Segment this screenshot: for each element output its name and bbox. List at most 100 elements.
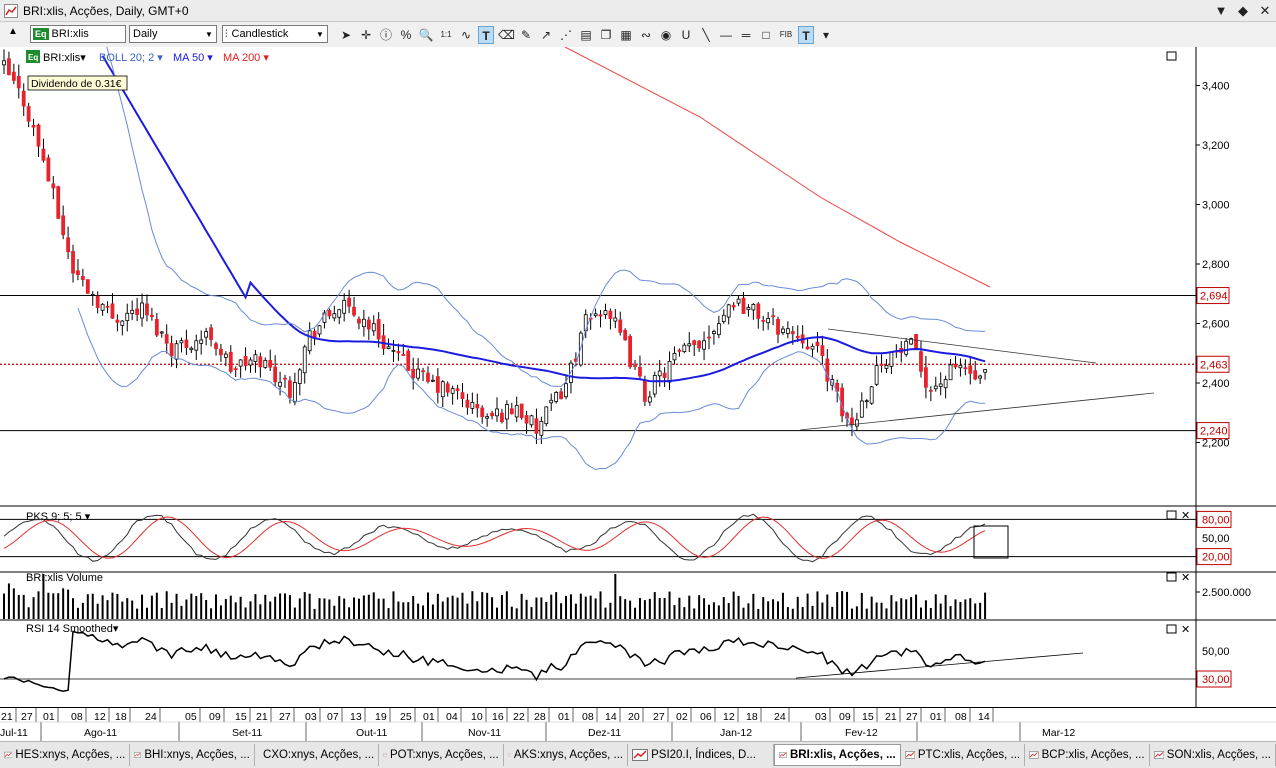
toolbar-arrow-icon[interactable]: ▲ <box>8 26 22 42</box>
candle <box>31 118 36 137</box>
symbol-field[interactable]: Eq BRI:xlis <box>30 25 126 43</box>
percent-tool-icon[interactable]: % <box>398 26 414 44</box>
volume-bar <box>303 592 306 619</box>
candle <box>317 325 322 338</box>
cursor-tool-icon[interactable]: ➤ <box>338 26 354 44</box>
one-to-one-tool-icon[interactable]: 1:1 <box>438 26 454 44</box>
wave-tool-icon[interactable]: ∿ <box>458 26 474 44</box>
more-tool-icon[interactable]: ▾ <box>818 26 834 44</box>
candle-body <box>7 58 11 76</box>
candle-body <box>120 320 125 326</box>
candle <box>71 244 75 283</box>
bollinger-upper <box>77 14 986 387</box>
volume-bar <box>939 603 942 619</box>
x-day-label: 12 <box>723 711 735 723</box>
minimize-button[interactable]: ▼ <box>1210 2 1232 20</box>
layers-tool-icon[interactable]: ▤ <box>578 26 594 44</box>
price-tick-label: 2,800 <box>1202 259 1230 271</box>
copy-tool-icon[interactable]: ❐ <box>598 26 614 44</box>
candle-body <box>421 370 425 373</box>
restore-button[interactable]: ◆ <box>1232 2 1254 20</box>
current-price-label: 2,463 <box>1200 359 1228 371</box>
candle-body <box>943 379 948 389</box>
candle-body <box>347 297 352 307</box>
window-titlebar: BRI:xlis, Acções, Daily, GMT+0 ▼ ◆ ✕ <box>0 0 1276 22</box>
period-select[interactable]: Daily ▼ <box>129 25 217 43</box>
chart-tab[interactable]: POT:xnys, Acções, ... <box>379 744 504 766</box>
candle <box>51 175 56 200</box>
calc-tool-icon[interactable]: ▦ <box>618 26 634 44</box>
close-button[interactable]: ✕ <box>1254 2 1276 20</box>
candle-body <box>263 359 268 368</box>
x-day-label: 16 <box>492 711 504 723</box>
candle <box>228 345 233 374</box>
zoom-tool-icon[interactable]: 🔍 <box>418 26 434 44</box>
volume-bar <box>461 592 464 619</box>
volume-bar <box>801 606 804 619</box>
volume-bar <box>944 594 947 619</box>
candle-body <box>189 347 194 351</box>
chart-area[interactable]: 3,400 3,200 3,000 2,800 2,600 2,400 2,200 2,694… <box>0 14 1276 707</box>
eraser-tool-icon[interactable]: ⌫ <box>498 26 515 44</box>
chart-tab[interactable]: HES:xnys, Acções, ... <box>0 744 131 766</box>
hline-tool-icon[interactable]: ═ <box>738 26 754 44</box>
candle <box>638 355 642 380</box>
pattern-tool-icon[interactable]: ⋰ <box>558 26 574 44</box>
info-tool-icon[interactable]: ⓘ <box>378 26 394 44</box>
fib-tool-icon[interactable]: FIB <box>778 26 794 44</box>
volume-bar <box>604 607 607 619</box>
text2-tool-icon[interactable]: T <box>798 25 814 44</box>
ray-tool-icon[interactable]: — <box>718 26 734 44</box>
arrow-tool-icon[interactable]: ↗ <box>538 26 554 44</box>
trendline-lower <box>799 392 1155 431</box>
equity-badge: Eq <box>33 28 49 40</box>
price-chart[interactable]: 3,400 3,200 3,000 2,800 2,600 2,400 2,200 2,694… <box>0 14 1276 707</box>
chart-tab[interactable]: AKS:xnys, Acções, ... <box>504 744 629 766</box>
chart-tab[interactable]: BHI:xnys, Acções, ... <box>130 744 255 766</box>
candle <box>283 374 287 388</box>
candle <box>810 343 815 358</box>
volume-bar <box>362 595 365 619</box>
candle-body <box>889 352 894 367</box>
volume-bar <box>491 597 494 619</box>
magnet-tool-icon[interactable]: U <box>678 26 694 44</box>
candle-body <box>559 391 563 400</box>
x-day-label: 07 <box>327 711 339 723</box>
candle <box>159 331 164 338</box>
candle-body <box>919 351 923 372</box>
chart-tab[interactable]: BCP:xlis, Acções, ... <box>1025 744 1150 766</box>
signal-tool-icon[interactable]: ∾ <box>638 26 654 44</box>
candle-body <box>115 319 120 323</box>
candle-body <box>332 313 337 319</box>
radio-tool-icon[interactable]: ◉ <box>658 26 674 44</box>
chart-tab[interactable]: BRI:xlis, Acções, ... <box>774 744 901 766</box>
crosshair-tool-icon[interactable]: ✛ <box>358 26 374 44</box>
volume-bar <box>412 595 415 619</box>
candle-body <box>41 148 46 161</box>
pks-d-line <box>3 516 986 560</box>
ma50-legend: MA 50 ▾ <box>173 52 213 64</box>
volume-bar <box>111 592 114 619</box>
text-tool-icon[interactable]: T <box>478 25 494 44</box>
volume-bar <box>57 593 60 619</box>
chart-tab[interactable]: PTC:xlis, Acções, ... <box>901 744 1026 766</box>
volume-bar <box>160 608 163 619</box>
chart-tab[interactable]: CXO:xnys, Acções, ... <box>255 744 380 766</box>
chart-tab[interactable]: PSI20.I, Índices, D... <box>628 744 775 766</box>
volume-bar <box>752 593 755 619</box>
candle-body <box>859 400 864 418</box>
chart-tab[interactable]: SON:xlis, Acções, ... <box>1150 744 1276 766</box>
candle <box>292 372 297 406</box>
paint-tool-icon[interactable]: ✎ <box>518 26 534 44</box>
volume-bar <box>786 607 789 619</box>
candle <box>366 316 371 340</box>
rect-tool-icon[interactable]: □ <box>758 26 774 44</box>
candle <box>766 312 771 330</box>
candle <box>421 367 425 382</box>
close-pane-icon: ✕ <box>1181 510 1190 522</box>
charttype-select[interactable]: ⫶ Candlestick ▼ <box>222 25 328 43</box>
support-price-label: 2,240 <box>1200 426 1228 438</box>
volume-bar <box>565 595 568 619</box>
candle <box>716 315 721 339</box>
line-tool-icon[interactable]: ╲ <box>698 26 714 44</box>
